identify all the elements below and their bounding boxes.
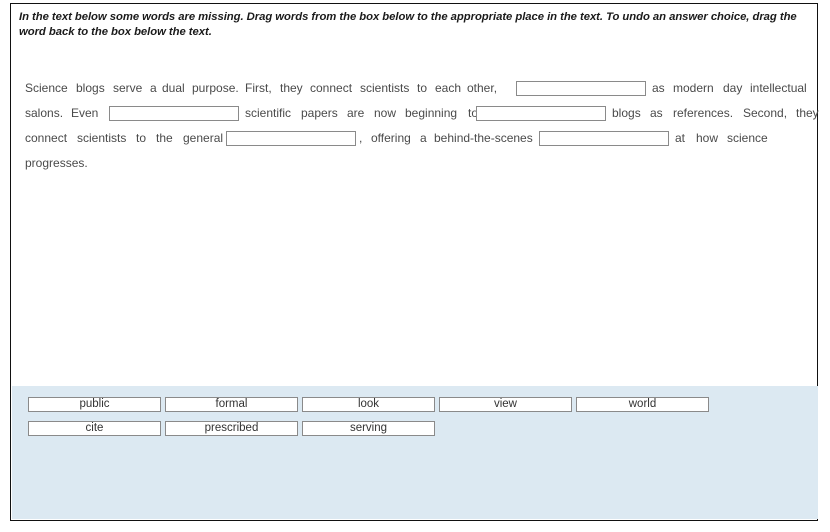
passage-word: now	[374, 106, 397, 120]
passage-word: references.	[673, 106, 734, 120]
answer-blank[interactable]	[539, 131, 669, 146]
passage-word: salons.	[25, 106, 64, 120]
word-bank-panel[interactable]: public formal look view world cite prescribed…	[12, 386, 818, 519]
word-tile[interactable]: public	[28, 397, 161, 412]
passage-word: as	[650, 106, 663, 120]
passage-word: general	[183, 131, 224, 145]
passage-word: each	[435, 81, 462, 95]
passage-word: behind-the-scenes	[434, 131, 533, 145]
word-tile[interactable]: formal	[165, 397, 298, 412]
passage-word: intellectual	[750, 81, 807, 95]
passage-word: scientists	[77, 131, 127, 145]
passage-word: modern	[673, 81, 714, 95]
word-tile[interactable]: cite	[28, 421, 161, 436]
passage-word: connect	[310, 81, 353, 95]
passage-word: they	[796, 106, 819, 120]
passage-word: are	[347, 106, 365, 120]
passage-word: to	[136, 131, 147, 145]
passage-word: how	[696, 131, 719, 145]
passage-word: a	[420, 131, 427, 145]
passage-word: offering	[371, 131, 411, 145]
passage-word: other,	[467, 81, 498, 95]
passage-word: beginning	[405, 106, 458, 120]
answer-blank[interactable]	[226, 131, 356, 146]
passage-line-1: Science blogs serve a dual purpose. First, they…	[25, 76, 807, 101]
passage-word: at	[675, 131, 686, 145]
passage-word: blogs	[76, 81, 105, 95]
instructions-text: In the text below some words are missing…	[19, 11, 797, 38]
passage-line-3: connect scientists to the general, offering a b…	[25, 126, 804, 151]
answer-blank[interactable]	[109, 106, 239, 121]
passage-line-2: salons. Even scientific papers are now beginni…	[25, 101, 819, 126]
word-tile[interactable]: prescribed	[165, 421, 298, 436]
word-tile[interactable]: view	[439, 397, 572, 412]
word-tile[interactable]: look	[302, 397, 435, 412]
passage-word: dual	[162, 81, 185, 95]
passage-word: scientists	[360, 81, 410, 95]
passage-word: scientific	[245, 106, 292, 120]
passage-word: day	[723, 81, 743, 95]
passage-word: progresses.	[25, 156, 88, 170]
passage-word: blogs	[612, 106, 641, 120]
passage-word: the	[156, 131, 173, 145]
passage-line-4: progresses.	[25, 151, 804, 176]
passage-word: ,	[359, 131, 363, 145]
word-tile[interactable]: world	[576, 397, 709, 412]
passage-word: as	[652, 81, 665, 95]
passage-word: papers	[301, 106, 338, 120]
passage-word: Second,	[743, 106, 788, 120]
word-tile[interactable]: serving	[302, 421, 435, 436]
passage-word: connect	[25, 131, 68, 145]
passage-word: science	[727, 131, 768, 145]
answer-blank[interactable]	[516, 81, 646, 96]
passage-word: Even	[71, 106, 99, 120]
passage-word: Science	[25, 81, 68, 95]
passage-body: Science blogs serve a dual purpose. First, they…	[25, 76, 819, 176]
passage-word: First,	[245, 81, 272, 95]
exercise-frame: In the text below some words are missing…	[10, 3, 819, 521]
passage-word: serve	[113, 81, 143, 95]
passage-word: purpose.	[192, 81, 239, 95]
passage-word: they	[280, 81, 303, 95]
passage-word: to	[417, 81, 428, 95]
passage-word: a	[150, 81, 157, 95]
answer-blank[interactable]	[476, 106, 606, 121]
